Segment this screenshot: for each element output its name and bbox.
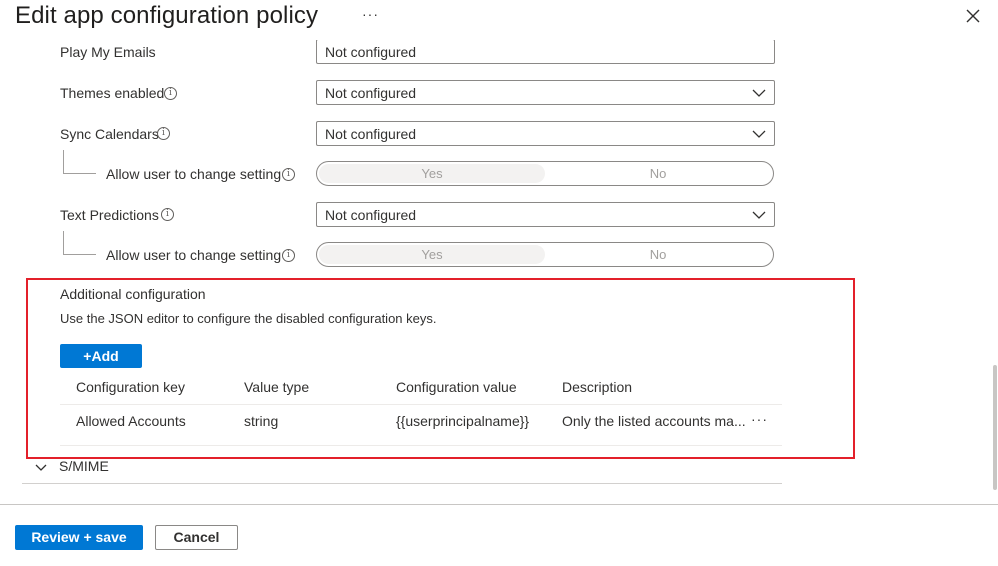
text-predictions-label: Text Predictions <box>60 207 159 223</box>
additional-configuration-title: Additional configuration <box>60 286 206 302</box>
chevron-down-icon <box>752 130 766 138</box>
dropdown-value: Not configured <box>325 44 417 60</box>
toggle-option-yes[interactable]: Yes <box>319 164 545 183</box>
dropdown-value: Not configured <box>325 207 417 223</box>
chevron-down-icon <box>35 464 47 471</box>
tree-connector <box>63 254 96 255</box>
chevron-down-icon <box>752 89 766 97</box>
sync-calendars-allow-change-toggle[interactable]: Yes No <box>316 161 774 186</box>
column-header-value-type[interactable]: Value type <box>244 379 309 395</box>
sync-calendars-dropdown[interactable]: Not configured <box>316 121 775 146</box>
text-predictions-dropdown[interactable]: Not configured <box>316 202 775 227</box>
info-icon[interactable]: i <box>164 87 177 100</box>
panel-header: Edit app configuration policy ··· <box>0 0 998 40</box>
table-divider <box>60 404 782 405</box>
dropdown-value: Not configured <box>325 126 417 142</box>
more-options-icon[interactable]: ··· <box>362 6 379 22</box>
info-icon[interactable]: i <box>282 249 295 262</box>
close-icon[interactable] <box>962 5 984 27</box>
info-icon[interactable]: i <box>157 127 170 140</box>
scrollbar-thumb[interactable] <box>993 365 997 490</box>
partial-setting-label: Play My Emails <box>60 44 156 60</box>
additional-configuration-highlight <box>26 278 855 459</box>
add-configuration-button[interactable]: +Add <box>60 344 142 368</box>
column-header-configuration-value[interactable]: Configuration value <box>396 379 517 395</box>
smime-section-label: S/MIME <box>59 458 109 474</box>
toggle-option-no[interactable]: No <box>545 164 771 183</box>
table-divider <box>60 445 782 446</box>
themes-enabled-dropdown[interactable]: Not configured <box>316 80 775 105</box>
table-cell-value: {{userprincipalname}} <box>396 413 530 429</box>
dropdown-value: Not configured <box>325 85 417 101</box>
partial-setting-dropdown[interactable]: Not configured <box>316 40 775 64</box>
panel-footer: Review + save Cancel <box>0 504 998 566</box>
column-header-description[interactable]: Description <box>562 379 632 395</box>
info-icon[interactable]: i <box>161 208 174 221</box>
toggle-option-yes[interactable]: Yes <box>319 245 545 264</box>
table-cell-type: string <box>244 413 279 429</box>
tree-connector <box>63 150 64 173</box>
page-title: Edit app configuration policy <box>15 2 319 29</box>
text-predictions-allow-change-toggle[interactable]: Yes No <box>316 242 774 267</box>
text-predictions-allow-change-label: Allow user to change setting <box>106 247 282 263</box>
section-divider <box>22 483 782 484</box>
chevron-down-icon <box>752 211 766 219</box>
row-more-options-icon[interactable]: ··· <box>751 411 768 427</box>
info-icon[interactable]: i <box>282 168 295 181</box>
table-cell-description: Only the listed accounts ma... <box>562 413 746 429</box>
sync-calendars-label: Sync Calendars <box>60 126 159 142</box>
table-cell-key: Allowed Accounts <box>76 413 186 429</box>
column-header-configuration-key[interactable]: Configuration key <box>76 379 185 395</box>
tree-connector <box>63 173 96 174</box>
additional-configuration-description: Use the JSON editor to configure the dis… <box>60 311 437 326</box>
toggle-option-no[interactable]: No <box>545 245 771 264</box>
sync-calendars-allow-change-label: Allow user to change setting <box>106 166 282 182</box>
review-save-button[interactable]: Review + save <box>15 525 143 550</box>
themes-enabled-label: Themes enabled <box>60 85 165 101</box>
cancel-button[interactable]: Cancel <box>155 525 238 550</box>
tree-connector <box>63 231 64 254</box>
